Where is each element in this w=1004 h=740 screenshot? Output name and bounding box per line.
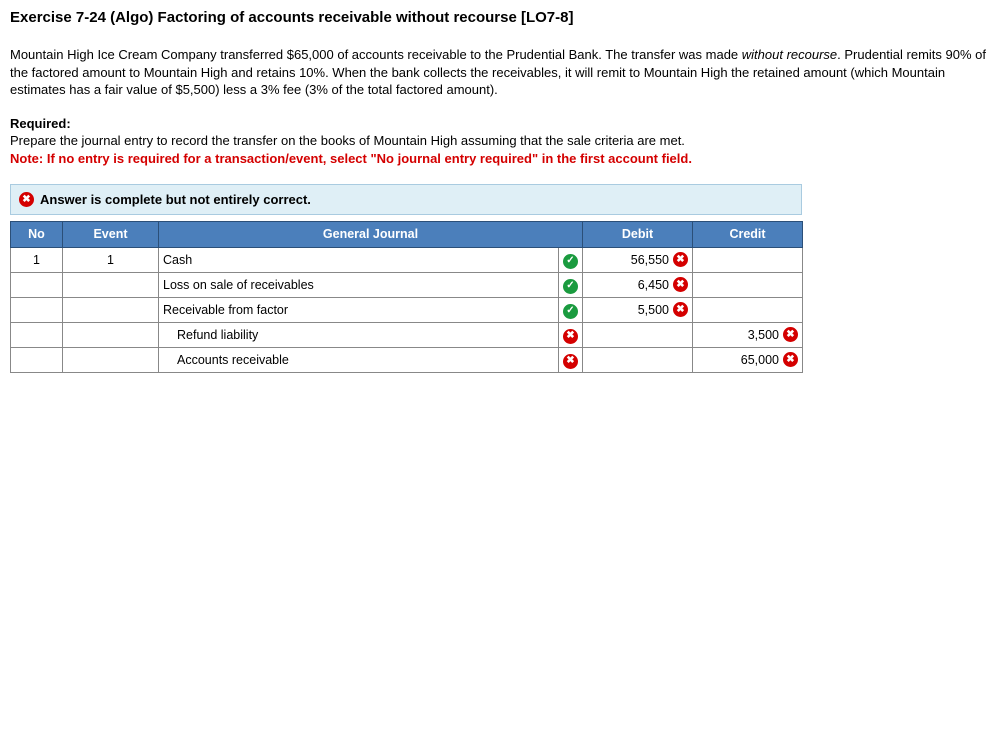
debit-value: 6,450	[638, 277, 669, 294]
debit-cell[interactable]	[583, 322, 693, 347]
table-row: Receivable from factor ✓ 5,500 ✖	[11, 297, 803, 322]
account-cell[interactable]: Receivable from factor	[159, 297, 559, 322]
credit-cell[interactable]: 65,000 ✖	[693, 347, 803, 372]
cell-event: 1	[63, 247, 159, 272]
table-row: Refund liability ✖ 3,500 ✖	[11, 322, 803, 347]
answer-status-banner: ✖ Answer is complete but not entirely co…	[10, 184, 802, 216]
account-cell[interactable]: Accounts receivable	[159, 347, 559, 372]
cell-event	[63, 297, 159, 322]
required-text: Prepare the journal entry to record the …	[10, 133, 685, 148]
credit-cell[interactable]	[693, 297, 803, 322]
debit-cell[interactable]	[583, 347, 693, 372]
account-name: Receivable from factor	[163, 302, 554, 319]
cell-no	[11, 297, 63, 322]
account-name: Cash	[163, 252, 554, 269]
col-header-credit: Credit	[693, 222, 803, 248]
paragraph-italic: without recourse	[742, 47, 837, 62]
cell-no: 1	[11, 247, 63, 272]
table-row: Accounts receivable ✖ 65,000 ✖	[11, 347, 803, 372]
account-status-cell: ✓	[559, 247, 583, 272]
credit-cell[interactable]: 3,500 ✖	[693, 322, 803, 347]
debit-value: 56,550	[631, 252, 669, 269]
problem-paragraph: Mountain High Ice Cream Company transfer…	[10, 46, 994, 99]
x-icon: ✖	[563, 354, 578, 369]
cell-no	[11, 322, 63, 347]
required-label: Required:	[10, 115, 994, 133]
x-icon: ✖	[563, 329, 578, 344]
account-status-cell: ✓	[559, 272, 583, 297]
credit-value: 65,000	[741, 352, 779, 369]
check-icon: ✓	[563, 304, 578, 319]
account-status-cell: ✖	[559, 322, 583, 347]
account-name: Refund liability	[163, 327, 554, 344]
col-header-no: No	[11, 222, 63, 248]
debit-value: 5,500	[638, 302, 669, 319]
table-row: Loss on sale of receivables ✓ 6,450 ✖	[11, 272, 803, 297]
note-text: Note: If no entry is required for a tran…	[10, 151, 692, 166]
table-row: 11Cash✓56,550✖	[11, 247, 803, 272]
account-cell[interactable]: Loss on sale of receivables	[159, 272, 559, 297]
x-icon: ✖	[783, 352, 798, 367]
x-icon: ✖	[19, 192, 34, 207]
col-header-gj: General Journal	[159, 222, 583, 248]
exercise-title: Exercise 7-24 (Algo) Factoring of accoun…	[10, 8, 994, 28]
credit-cell[interactable]	[693, 272, 803, 297]
required-block: Required: Prepare the journal entry to r…	[10, 115, 994, 168]
account-name: Loss on sale of receivables	[163, 277, 554, 294]
cell-event	[63, 272, 159, 297]
check-icon: ✓	[563, 279, 578, 294]
cell-event	[63, 322, 159, 347]
paragraph-lead: Mountain High Ice Cream Company transfer…	[10, 47, 742, 62]
debit-cell[interactable]: 5,500 ✖	[583, 297, 693, 322]
cell-event	[63, 347, 159, 372]
cell-no	[11, 347, 63, 372]
banner-text: Answer is complete but not entirely corr…	[40, 191, 311, 209]
account-cell[interactable]: Refund liability	[159, 322, 559, 347]
cell-no	[11, 272, 63, 297]
x-icon: ✖	[783, 327, 798, 342]
account-cell[interactable]: Cash	[159, 247, 559, 272]
col-header-debit: Debit	[583, 222, 693, 248]
check-icon: ✓	[563, 254, 578, 269]
x-icon: ✖	[673, 252, 688, 267]
account-name: Accounts receivable	[163, 352, 554, 369]
x-icon: ✖	[673, 302, 688, 317]
account-status-cell: ✓	[559, 297, 583, 322]
x-icon: ✖	[673, 277, 688, 292]
debit-cell[interactable]: 56,550 ✖	[583, 247, 693, 272]
col-header-event: Event	[63, 222, 159, 248]
credit-value: 3,500	[748, 327, 779, 344]
account-status-cell: ✖	[559, 347, 583, 372]
debit-cell[interactable]: 6,450 ✖	[583, 272, 693, 297]
credit-cell[interactable]	[693, 247, 803, 272]
journal-entry-table: No Event General Journal Debit Credit 11…	[10, 221, 803, 373]
